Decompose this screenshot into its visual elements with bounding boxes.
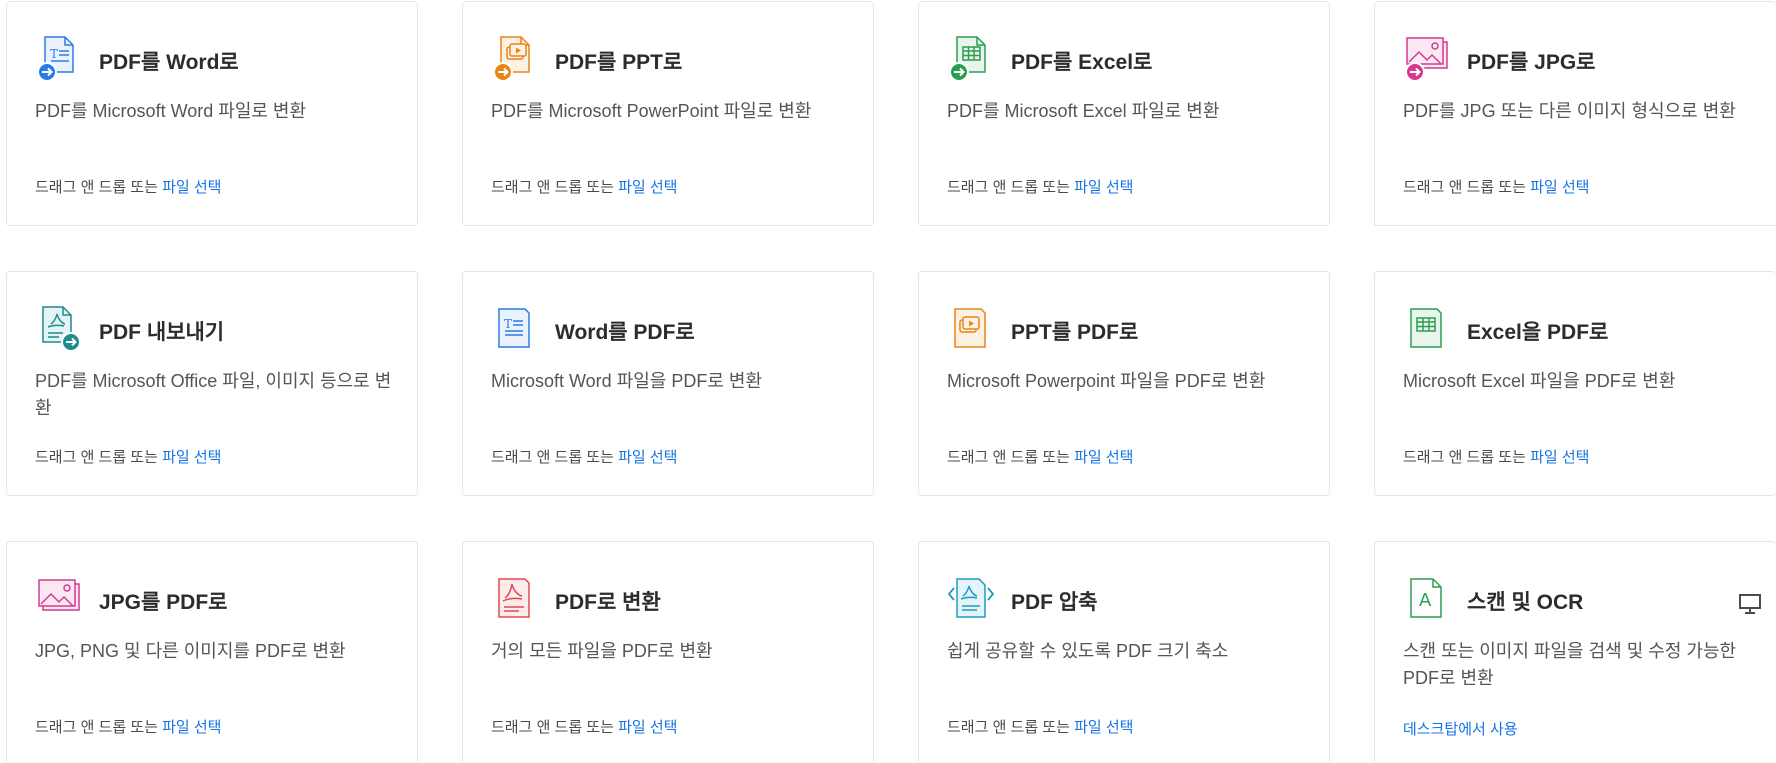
drop-hint: 드래그 앤 드롭 또는 파일 선택 <box>491 176 677 197</box>
card-convert-to-pdf[interactable]: PDF로 변환 거의 모든 파일을 PDF로 변환 드래그 앤 드롭 또는 파일… <box>462 541 874 763</box>
drag-drop-text: 드래그 앤 드롭 또는 <box>35 449 163 466</box>
use-on-desktop: 데스크탑에서 사용 <box>1403 718 1518 739</box>
card-description: Microsoft Word 파일을 PDF로 변환 <box>491 371 763 391</box>
select-file-link[interactable]: 파일 선택 <box>1074 179 1133 196</box>
card-pdf-to-excel[interactable]: PDF를 Excel로 PDF를 Microsoft Excel 파일로 변환 … <box>918 1 1330 226</box>
card-export-pdf[interactable]: PDF 내보내기 PDF를 Microsoft Office 파일, 이미지 등… <box>6 271 418 496</box>
drag-drop-text: 드래그 앤 드롭 또는 <box>947 449 1075 466</box>
card-title: PDF를 PPT로 <box>555 51 683 74</box>
card-description: PDF를 Microsoft Excel 파일로 변환 <box>947 101 1220 121</box>
drag-drop-text: 드래그 앤 드롭 또는 <box>491 179 619 196</box>
jpg-to-pdf-icon <box>35 574 83 622</box>
pdf-to-ppt-icon <box>491 34 539 82</box>
card-title: Excel을 PDF로 <box>1467 321 1609 344</box>
drop-hint: 드래그 앤 드롭 또는 파일 선택 <box>35 176 221 197</box>
svg-text:T: T <box>504 317 512 331</box>
desktop-monitor-icon <box>1738 592 1762 616</box>
select-file-link[interactable]: 파일 선택 <box>1530 179 1589 196</box>
card-title: PPT를 PDF로 <box>1011 321 1139 344</box>
select-file-link[interactable]: 파일 선택 <box>162 449 221 466</box>
card-word-to-pdf[interactable]: T Word를 PDF로 Microsoft Word 파일을 PDF로 변환 … <box>462 271 874 496</box>
drag-drop-text: 드래그 앤 드롭 또는 <box>947 719 1075 736</box>
drop-hint: 드래그 앤 드롭 또는 파일 선택 <box>947 446 1133 467</box>
drop-hint: 드래그 앤 드롭 또는 파일 선택 <box>1403 446 1589 467</box>
card-title: PDF로 변환 <box>555 591 661 614</box>
card-title: PDF 내보내기 <box>99 321 225 344</box>
drop-hint: 드래그 앤 드롭 또는 파일 선택 <box>35 716 221 737</box>
tool-grid: T PDF를 Word로 PDF를 Microsoft Word 파일로 변환 … <box>0 0 1776 763</box>
drag-drop-text: 드래그 앤 드롭 또는 <box>1403 179 1531 196</box>
drop-hint: 드래그 앤 드롭 또는 파일 선택 <box>491 716 677 737</box>
card-description: Microsoft Excel 파일을 PDF로 변환 <box>1403 371 1676 391</box>
drop-hint: 드래그 앤 드롭 또는 파일 선택 <box>947 716 1133 737</box>
pdf-to-word-icon: T <box>35 34 83 82</box>
drag-drop-text: 드래그 앤 드롭 또는 <box>1403 449 1531 466</box>
pdf-to-jpg-icon <box>1403 34 1451 82</box>
drop-hint: 드래그 앤 드롭 또는 파일 선택 <box>35 446 221 467</box>
card-description: 스캔 또는 이미지 파일을 검색 및 수정 가능한 PDF로 변환 <box>1403 641 1737 688</box>
svg-text:A: A <box>1419 590 1432 611</box>
card-compress-pdf[interactable]: PDF 압축 쉽게 공유할 수 있도록 PDF 크기 축소 드래그 앤 드롭 또… <box>918 541 1330 763</box>
select-file-link[interactable]: 파일 선택 <box>618 719 677 736</box>
card-pdf-to-jpg[interactable]: PDF를 JPG로 PDF를 JPG 또는 다른 이미지 형식으로 변환 드래그… <box>1374 1 1776 226</box>
card-description: PDF를 Microsoft Office 파일, 이미지 등으로 변환 <box>35 371 392 418</box>
drop-hint: 드래그 앤 드롭 또는 파일 선택 <box>1403 176 1589 197</box>
drag-drop-text: 드래그 앤 드롭 또는 <box>491 719 619 736</box>
card-title: 스캔 및 OCR <box>1467 591 1584 614</box>
select-file-link[interactable]: 파일 선택 <box>162 179 221 196</box>
drag-drop-text: 드래그 앤 드롭 또는 <box>947 179 1075 196</box>
select-file-link[interactable]: 파일 선택 <box>618 449 677 466</box>
card-description: PDF를 Microsoft Word 파일로 변환 <box>35 101 307 121</box>
compress-pdf-icon <box>947 574 995 622</box>
select-file-link[interactable]: 파일 선택 <box>618 179 677 196</box>
card-description: Microsoft Powerpoint 파일을 PDF로 변환 <box>947 371 1266 391</box>
card-scan-ocr[interactable]: A 스캔 및 OCR 스캔 또는 이미지 파일을 검색 및 수정 가능한 PDF… <box>1374 541 1776 763</box>
card-description: 쉽게 공유할 수 있도록 PDF 크기 축소 <box>947 641 1229 661</box>
card-pdf-to-ppt[interactable]: PDF를 PPT로 PDF를 Microsoft PowerPoint 파일로 … <box>462 1 874 226</box>
drag-drop-text: 드래그 앤 드롭 또는 <box>35 719 163 736</box>
select-file-link[interactable]: 파일 선택 <box>1074 719 1133 736</box>
card-title: PDF를 Word로 <box>99 51 239 74</box>
card-title: PDF를 JPG로 <box>1467 51 1596 74</box>
card-ppt-to-pdf[interactable]: PPT를 PDF로 Microsoft Powerpoint 파일을 PDF로 … <box>918 271 1330 496</box>
use-on-desktop-link[interactable]: 데스크탑에서 사용 <box>1403 721 1518 738</box>
card-jpg-to-pdf[interactable]: JPG를 PDF로 JPG, PNG 및 다른 이미지를 PDF로 변환 드래그… <box>6 541 418 763</box>
card-title: Word를 PDF로 <box>555 321 695 344</box>
card-title: PDF를 Excel로 <box>1011 51 1153 74</box>
card-description: 거의 모든 파일을 PDF로 변환 <box>491 641 713 661</box>
card-pdf-to-word[interactable]: T PDF를 Word로 PDF를 Microsoft Word 파일로 변환 … <box>6 1 418 226</box>
card-title: PDF 압축 <box>1011 591 1098 614</box>
drag-drop-text: 드래그 앤 드롭 또는 <box>35 179 163 196</box>
word-to-pdf-icon: T <box>491 304 539 352</box>
card-excel-to-pdf[interactable]: Excel을 PDF로 Microsoft Excel 파일을 PDF로 변환 … <box>1374 271 1776 496</box>
convert-to-pdf-icon <box>491 574 539 622</box>
select-file-link[interactable]: 파일 선택 <box>1530 449 1589 466</box>
svg-text:T: T <box>50 47 58 61</box>
excel-to-pdf-icon <box>1403 304 1451 352</box>
card-description: JPG, PNG 및 다른 이미지를 PDF로 변환 <box>35 641 346 661</box>
drop-hint: 드래그 앤 드롭 또는 파일 선택 <box>491 446 677 467</box>
drag-drop-text: 드래그 앤 드롭 또는 <box>491 449 619 466</box>
export-pdf-icon <box>35 304 83 352</box>
pdf-to-excel-icon <box>947 34 995 82</box>
card-title: JPG를 PDF로 <box>99 591 228 614</box>
drop-hint: 드래그 앤 드롭 또는 파일 선택 <box>947 176 1133 197</box>
card-description: PDF를 Microsoft PowerPoint 파일로 변환 <box>491 101 812 121</box>
select-file-link[interactable]: 파일 선택 <box>1074 449 1133 466</box>
select-file-link[interactable]: 파일 선택 <box>162 719 221 736</box>
ppt-to-pdf-icon <box>947 304 995 352</box>
scan-ocr-icon: A <box>1403 574 1451 622</box>
card-description: PDF를 JPG 또는 다른 이미지 형식으로 변환 <box>1403 101 1736 121</box>
